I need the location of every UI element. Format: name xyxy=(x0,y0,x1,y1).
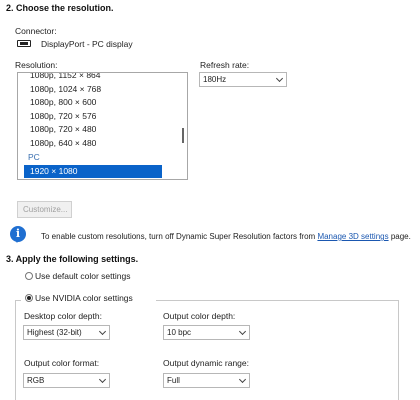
output-dynamic-range-label: Output dynamic range: xyxy=(163,358,249,368)
output-dynamic-range-select[interactable]: Full xyxy=(163,373,250,388)
radio-default-color[interactable] xyxy=(25,272,33,280)
radio-default-label[interactable]: Use default color settings xyxy=(35,271,130,281)
desktop-color-depth-select[interactable]: Highest (32-bit) xyxy=(23,325,110,340)
info-icon-tail xyxy=(14,238,20,243)
info-message: To enable custom resolutions, turn off D… xyxy=(41,232,411,241)
output-color-depth-select[interactable]: 10 bpc xyxy=(163,325,250,340)
chevron-down-icon xyxy=(275,74,284,83)
list-item[interactable]: 1080p, 720 × 576 xyxy=(18,110,187,124)
list-item[interactable]: 1080p, 1152 × 864 xyxy=(18,73,187,83)
section-title-apply: 3. Apply the following settings. xyxy=(6,254,139,264)
list-item[interactable]: 1080p, 640 × 480 xyxy=(18,137,187,151)
list-item[interactable]: 1080p, 1024 × 768 xyxy=(18,83,187,97)
list-group-pc: PC xyxy=(28,152,40,162)
list-item[interactable]: 1080p, 800 × 600 xyxy=(18,96,187,110)
list-item[interactable]: 1080p, 720 × 480 xyxy=(18,123,187,137)
refresh-rate-label: Refresh rate: xyxy=(200,60,250,70)
radio-nvidia-label[interactable]: Use NVIDIA color settings xyxy=(35,293,133,303)
output-color-format-select[interactable]: RGB xyxy=(23,373,110,388)
listbox-scrollbar[interactable] xyxy=(182,128,184,143)
output-color-depth-value: 10 bpc xyxy=(167,328,192,337)
output-color-format-label: Output color format: xyxy=(24,358,100,368)
resolution-label: Resolution: xyxy=(15,60,58,70)
displayport-icon xyxy=(17,40,31,47)
output-dynamic-range-value: Full xyxy=(167,376,180,385)
refresh-rate-value: 180Hz xyxy=(203,75,227,84)
resolution-listbox[interactable]: 1080p, 1152 × 864 1080p, 1024 × 768 1080… xyxy=(17,72,188,180)
desktop-color-depth-value: Highest (32-bit) xyxy=(27,328,82,337)
connector-label: Connector: xyxy=(15,26,57,36)
manage-3d-settings-link[interactable]: Manage 3D settings xyxy=(317,232,388,241)
customize-button[interactable]: Customize... xyxy=(17,201,72,218)
chevron-down-icon xyxy=(238,327,247,336)
info-text: To enable custom resolutions, turn off D… xyxy=(41,232,318,241)
desktop-color-depth-label: Desktop color depth: xyxy=(24,311,102,321)
list-item-selected[interactable]: 1920 × 1080 xyxy=(24,165,162,178)
section-title-resolution: 2. Choose the resolution. xyxy=(6,3,114,13)
connector-value: DisplayPort - PC display xyxy=(41,39,133,49)
chevron-down-icon xyxy=(98,375,107,384)
info-text-end: page. xyxy=(388,232,411,241)
output-color-depth-label: Output color depth: xyxy=(163,311,236,321)
radio-nvidia-color[interactable] xyxy=(25,294,33,302)
chevron-down-icon xyxy=(98,327,107,336)
output-color-format-value: RGB xyxy=(27,376,45,385)
chevron-down-icon xyxy=(238,375,247,384)
refresh-rate-select[interactable]: 180Hz xyxy=(199,72,287,87)
